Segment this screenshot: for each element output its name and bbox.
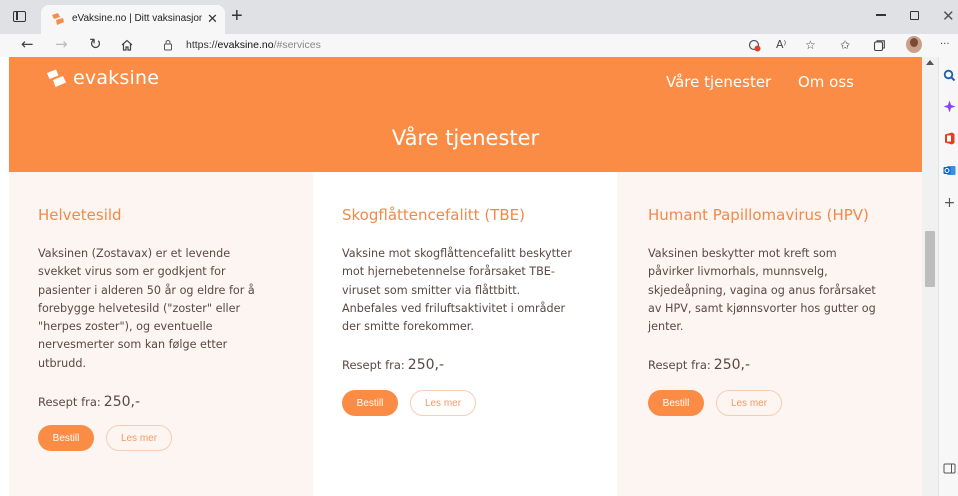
add-sidebar-app-icon[interactable]: +	[943, 196, 956, 210]
lock-icon[interactable]	[163, 39, 173, 51]
price: Resept fra: 250,-	[38, 394, 140, 410]
service-description: Vaksine mot skogflåttencefalitt beskytte…	[342, 245, 572, 336]
tracking-prevention-icon[interactable]	[748, 39, 761, 52]
window-maximize-icon[interactable]	[910, 11, 919, 20]
page-title: Våre tjenester	[391, 126, 540, 150]
order-button[interactable]: Bestill	[342, 390, 398, 416]
description-line: der smitte forekommer.	[342, 320, 474, 334]
description-line: Vaksine mot skogflåttencefalitt beskytte…	[342, 247, 572, 260]
office-icon[interactable]	[943, 132, 956, 145]
refresh-icon[interactable]: ↻	[89, 36, 102, 53]
tab-bar: eVaksine.no | Ditt vaksinasjonsse ✕ + ✕	[0, 0, 958, 34]
price-label: Resept fra:	[648, 358, 711, 372]
order-button[interactable]: Bestill	[38, 425, 94, 451]
price-value: 250,-	[103, 394, 141, 410]
description-line: pasienter i alderen 50 år og eldre for å	[38, 283, 255, 297]
description-line: utbrudd.	[38, 356, 87, 370]
service-description: Vaksinen beskytter mot kreft som påvirke…	[648, 245, 876, 336]
forward-arrow-icon[interactable]: →	[55, 36, 68, 53]
description-line: Anbefales ved friluftsaktivitet i område…	[342, 301, 566, 315]
services-section: Helvetesild Vaksinen (Zostavax) er et le…	[9, 172, 922, 496]
evaksine-logo-icon	[47, 69, 66, 87]
read-aloud-icon[interactable]: A⁾	[776, 37, 786, 53]
url-scheme: https://	[186, 39, 218, 51]
description-line: av HPV, samt kjønnsvorter hos gutter og	[648, 301, 876, 315]
edge-sidebar: +	[938, 57, 958, 496]
new-tab-button[interactable]: +	[231, 5, 243, 28]
tab-title: eVaksine.no | Ditt vaksinasjonsse	[72, 13, 202, 24]
window-close-icon[interactable]: ✕	[942, 7, 955, 25]
more-menu-icon[interactable]: ···	[940, 37, 950, 53]
description-line: Vaksinen beskytter mot kreft som	[648, 247, 837, 260]
window-minimize-icon[interactable]	[876, 14, 886, 16]
service-card-hpv: Humant Papillomavirus (HPV) Vaksinen bes…	[619, 172, 922, 496]
read-more-button[interactable]: Les mer	[106, 425, 172, 451]
description-line: svekket virus som er godkjent for	[38, 265, 226, 279]
price-value: 250,-	[407, 357, 445, 373]
service-card-tbe: Skogflåttencefalitt (TBE) Vaksine mot sk…	[313, 172, 617, 496]
description-line: jenter.	[648, 320, 684, 334]
logo-text: evaksine	[73, 67, 160, 89]
site-header: evaksine Våre tjenester Om oss Våre tjen…	[9, 57, 922, 172]
tab-evaksine[interactable]: eVaksine.no | Ditt vaksinasjonsse ✕	[41, 5, 225, 34]
read-more-button[interactable]: Les mer	[410, 390, 476, 416]
description-line: nervesmerter som kan følge etter	[38, 338, 228, 352]
home-icon[interactable]	[120, 38, 134, 52]
profile-avatar[interactable]	[906, 36, 922, 53]
price: Resept fra: 250,-	[648, 357, 750, 373]
description-line: mot hjernebetennelse forårsaket TBE-	[342, 265, 555, 279]
scrollbar-thumb[interactable]	[925, 231, 935, 287]
favorites-icon[interactable]: ✩	[840, 37, 850, 53]
outlook-icon[interactable]	[943, 164, 956, 177]
order-button[interactable]: Bestill	[648, 390, 704, 416]
sidebar-toggle-icon[interactable]	[943, 462, 956, 475]
evaksine-favicon-icon	[52, 13, 64, 25]
page-viewport: evaksine Våre tjenester Om oss Våre tjen…	[0, 57, 938, 496]
price-value: 250,-	[713, 357, 751, 373]
description-line: Vaksinen (Zostavax) er et levende	[38, 247, 231, 260]
url-host: evaksine.no	[217, 39, 274, 51]
nav-about-link[interactable]: Om oss	[798, 73, 854, 91]
copilot-sparkle-icon[interactable]	[943, 100, 956, 113]
address-bar[interactable]: https://evaksine.no/#services	[148, 35, 728, 56]
description-line: viruset som smitter via flåttbitt.	[342, 283, 521, 297]
description-line: påvirker livmorhals, munnsvelg,	[648, 265, 828, 279]
service-title: Humant Papillomavirus (HPV)	[648, 206, 869, 224]
url-text[interactable]: https://evaksine.no/#services	[186, 39, 321, 51]
service-card-helvetesild: Helvetesild Vaksinen (Zostavax) er et le…	[9, 172, 313, 496]
description-line: skjedeåpning, vagina og anus forårsaket	[648, 283, 876, 297]
nav-services-link[interactable]: Våre tjenester	[666, 73, 771, 91]
price-label: Resept fra:	[38, 395, 101, 409]
service-description: Vaksinen (Zostavax) er et levende svekke…	[38, 245, 255, 373]
page-margin	[0, 57, 9, 496]
tab-actions-icon[interactable]	[13, 11, 26, 22]
url-path: /#services	[273, 39, 321, 51]
navigation-bar: ← → ↻ https://evaksine.no/#services A⁾ ☆…	[0, 34, 958, 57]
description-line: "herpes zoster"), og eventuelle	[38, 320, 213, 334]
page-scrollbar[interactable]	[922, 57, 938, 496]
read-more-button[interactable]: Les mer	[716, 390, 782, 416]
scroll-up-arrow-icon[interactable]	[926, 60, 934, 65]
description-line: forebygge helvetesild ("zoster" eller	[38, 301, 241, 315]
back-arrow-icon[interactable]: ←	[21, 36, 34, 53]
collections-icon[interactable]	[873, 39, 886, 52]
browser-window: eVaksine.no | Ditt vaksinasjonsse ✕ + ✕ …	[0, 0, 958, 496]
tab-close-icon[interactable]: ✕	[207, 11, 218, 27]
site-logo[interactable]: evaksine	[46, 67, 159, 89]
search-icon[interactable]	[943, 69, 956, 82]
service-title: Helvetesild	[38, 206, 122, 224]
service-title: Skogflåttencefalitt (TBE)	[342, 206, 525, 224]
price-label: Resept fra:	[342, 358, 405, 372]
price: Resept fra: 250,-	[342, 357, 444, 373]
add-favorite-icon[interactable]: ☆	[805, 37, 816, 53]
